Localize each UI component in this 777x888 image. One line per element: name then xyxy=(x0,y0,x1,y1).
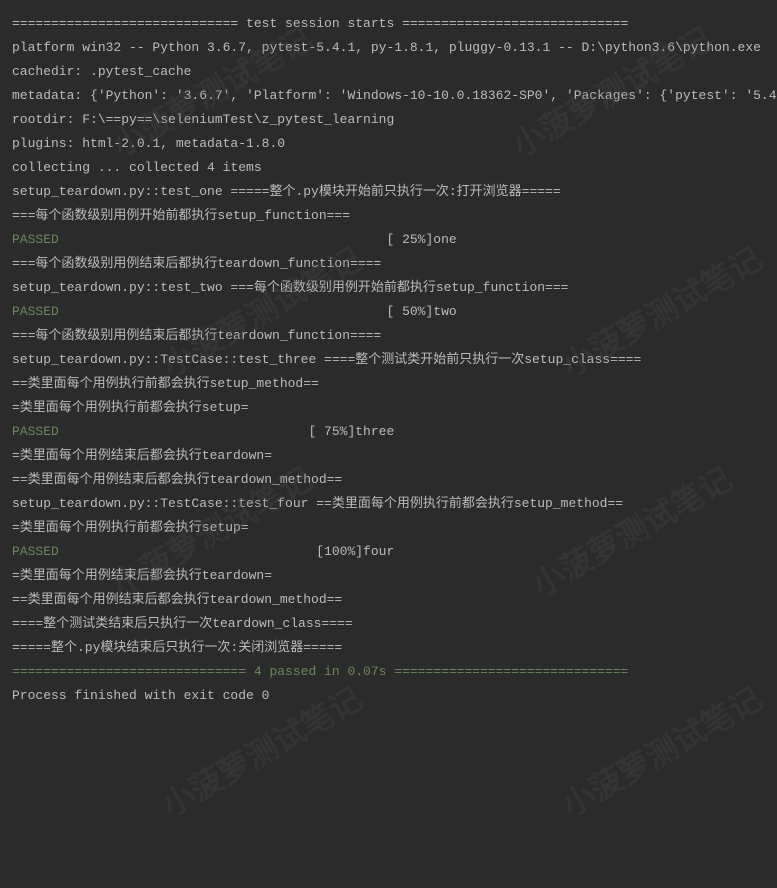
rootdir-info: rootdir: F:\==py==\seleniumTest\z_pytest… xyxy=(12,108,765,132)
teardown-class-msg: ====整个测试类结束后只执行一次teardown_class==== xyxy=(12,612,765,636)
setup-msg: =类里面每个用例执行前都会执行setup= xyxy=(12,396,765,420)
progress-two: [ 50%]two xyxy=(59,304,457,319)
test-one-setup: setup_teardown.py::test_one =====整个.py模块… xyxy=(12,180,765,204)
summary-line: ============================== 4 passed … xyxy=(12,660,765,684)
progress-four: [100%]four xyxy=(59,544,394,559)
test-two-setup: setup_teardown.py::test_two ===每个函数级别用例开… xyxy=(12,276,765,300)
teardown-function-msg: ===每个函数级别用例结束后都执行teardown_function==== xyxy=(12,252,765,276)
progress-three: [ 75%]three xyxy=(59,424,394,439)
test-one-result: PASSED [ 25%]one xyxy=(12,228,765,252)
teardown-method-msg: ==类里面每个用例结束后都会执行teardown_method== xyxy=(12,588,765,612)
test-four-setup: setup_teardown.py::TestCase::test_four =… xyxy=(12,492,765,516)
teardown-msg: =类里面每个用例结束后都会执行teardown= xyxy=(12,444,765,468)
teardown-function-msg: ===每个函数级别用例结束后都执行teardown_function==== xyxy=(12,324,765,348)
exit-code-line: Process finished with exit code 0 xyxy=(12,684,765,708)
terminal-output: ============================= test sessi… xyxy=(12,12,765,708)
session-header: ============================= test sessi… xyxy=(12,12,765,36)
test-three-setup-class: setup_teardown.py::TestCase::test_three … xyxy=(12,348,765,372)
passed-status: PASSED xyxy=(12,544,59,559)
passed-status: PASSED xyxy=(12,232,59,247)
plugins-info: plugins: html-2.0.1, metadata-1.8.0 xyxy=(12,132,765,156)
passed-status: PASSED xyxy=(12,424,59,439)
metadata-info: metadata: {'Python': '3.6.7', 'Platform'… xyxy=(12,84,765,108)
setup-function-msg: ===每个函数级别用例开始前都执行setup_function=== xyxy=(12,204,765,228)
setup-msg: =类里面每个用例执行前都会执行setup= xyxy=(12,516,765,540)
progress-one: [ 25%]one xyxy=(59,232,457,247)
test-two-result: PASSED [ 50%]two xyxy=(12,300,765,324)
cachedir-info: cachedir: .pytest_cache xyxy=(12,60,765,84)
test-three-result: PASSED [ 75%]three xyxy=(12,420,765,444)
passed-status: PASSED xyxy=(12,304,59,319)
teardown-method-msg: ==类里面每个用例结束后都会执行teardown_method== xyxy=(12,468,765,492)
module-teardown-msg: =====整个.py模块结束后只执行一次:关闭浏览器===== xyxy=(12,636,765,660)
collecting-info: collecting ... collected 4 items xyxy=(12,156,765,180)
teardown-msg: =类里面每个用例结束后都会执行teardown= xyxy=(12,564,765,588)
setup-method-msg: ==类里面每个用例执行前都会执行setup_method== xyxy=(12,372,765,396)
platform-info: platform win32 -- Python 3.6.7, pytest-5… xyxy=(12,36,765,60)
test-four-result: PASSED [100%]four xyxy=(12,540,765,564)
